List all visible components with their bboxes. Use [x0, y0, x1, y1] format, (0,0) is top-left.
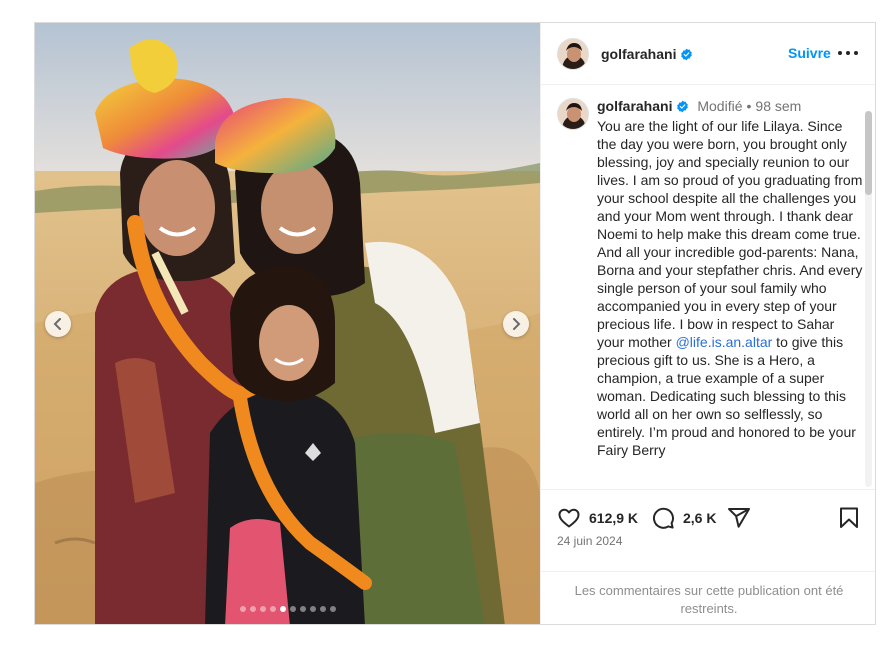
follow-button[interactable]: Suivre [788, 45, 831, 61]
carousel-dot [269, 606, 276, 612]
profile-photo [558, 38, 588, 69]
carousel-indicator [35, 606, 540, 612]
carousel-dot [279, 606, 286, 612]
post-media[interactable] [35, 23, 540, 624]
verified-badge-icon [677, 100, 689, 113]
bookmark-icon [840, 507, 858, 528]
verified-badge-icon [681, 48, 693, 60]
avatar[interactable] [557, 37, 589, 70]
comment-icon [652, 507, 674, 529]
profile-photo [558, 99, 588, 129]
post-author-username[interactable]: golfarahani [601, 46, 693, 62]
action-bar: 612,9 K 2,6 K [541, 489, 875, 569]
edited-label: Modifié [697, 98, 743, 114]
caption-text-part: You are the light of our life Lilaya. Si… [597, 118, 863, 350]
more-horizontal-icon [838, 51, 842, 55]
share-button[interactable] [727, 506, 751, 530]
carousel-prev-button[interactable] [45, 311, 71, 337]
more-dot [854, 51, 858, 55]
post-side-panel: golfarahani Suivre golfarahani Modifié • 9… [540, 23, 875, 624]
post-header: golfarahani Suivre [541, 23, 875, 85]
caption-section[interactable]: golfarahani Modifié • 98 sem You are the l… [541, 85, 875, 489]
comments-restricted-notice: Les commentaires sur cette publication o… [541, 571, 875, 624]
caption-text-part: to give this precious gift to us. She is… [597, 334, 856, 458]
carousel-dot [329, 606, 336, 612]
more-options-button[interactable] [838, 45, 858, 61]
like-count[interactable]: 612,9 K [589, 510, 638, 526]
post-photo [35, 23, 540, 624]
carousel-dot [309, 606, 316, 612]
like-button[interactable]: 612,9 K [557, 506, 638, 530]
carousel-next-button[interactable] [503, 311, 529, 337]
carousel-dot [239, 606, 246, 612]
carousel-dot [259, 606, 266, 612]
carousel-dot [249, 606, 256, 612]
caption-text: You are the light of our life Lilaya. Si… [597, 117, 863, 459]
post-dialog: golfarahani Suivre golfarahani Modifié • 9… [34, 22, 876, 625]
post-date[interactable]: 24 juin 2024 [557, 534, 622, 548]
comment-count[interactable]: 2,6 K [683, 510, 716, 526]
username-text: golfarahani [601, 45, 677, 62]
meta-separator: • [746, 98, 752, 114]
carousel-dot [299, 606, 306, 612]
caption-scrollbar-thumb[interactable] [865, 111, 872, 195]
save-button[interactable] [838, 506, 860, 530]
more-dot [846, 51, 850, 55]
caption-avatar[interactable] [557, 98, 589, 130]
chevron-left-icon [53, 318, 61, 330]
paper-plane-icon [728, 508, 750, 528]
caption-username[interactable]: golfarahani [597, 98, 672, 114]
chevron-right-icon [513, 318, 521, 330]
heart-icon [558, 508, 580, 528]
carousel-dot [289, 606, 296, 612]
comment-button[interactable]: 2,6 K [651, 506, 716, 530]
mention-link[interactable]: @life.is.an.altar [676, 334, 773, 350]
carousel-dot [319, 606, 326, 612]
caption-meta: golfarahani Modifié • 98 sem [597, 98, 801, 114]
post-age[interactable]: 98 sem [755, 98, 801, 114]
